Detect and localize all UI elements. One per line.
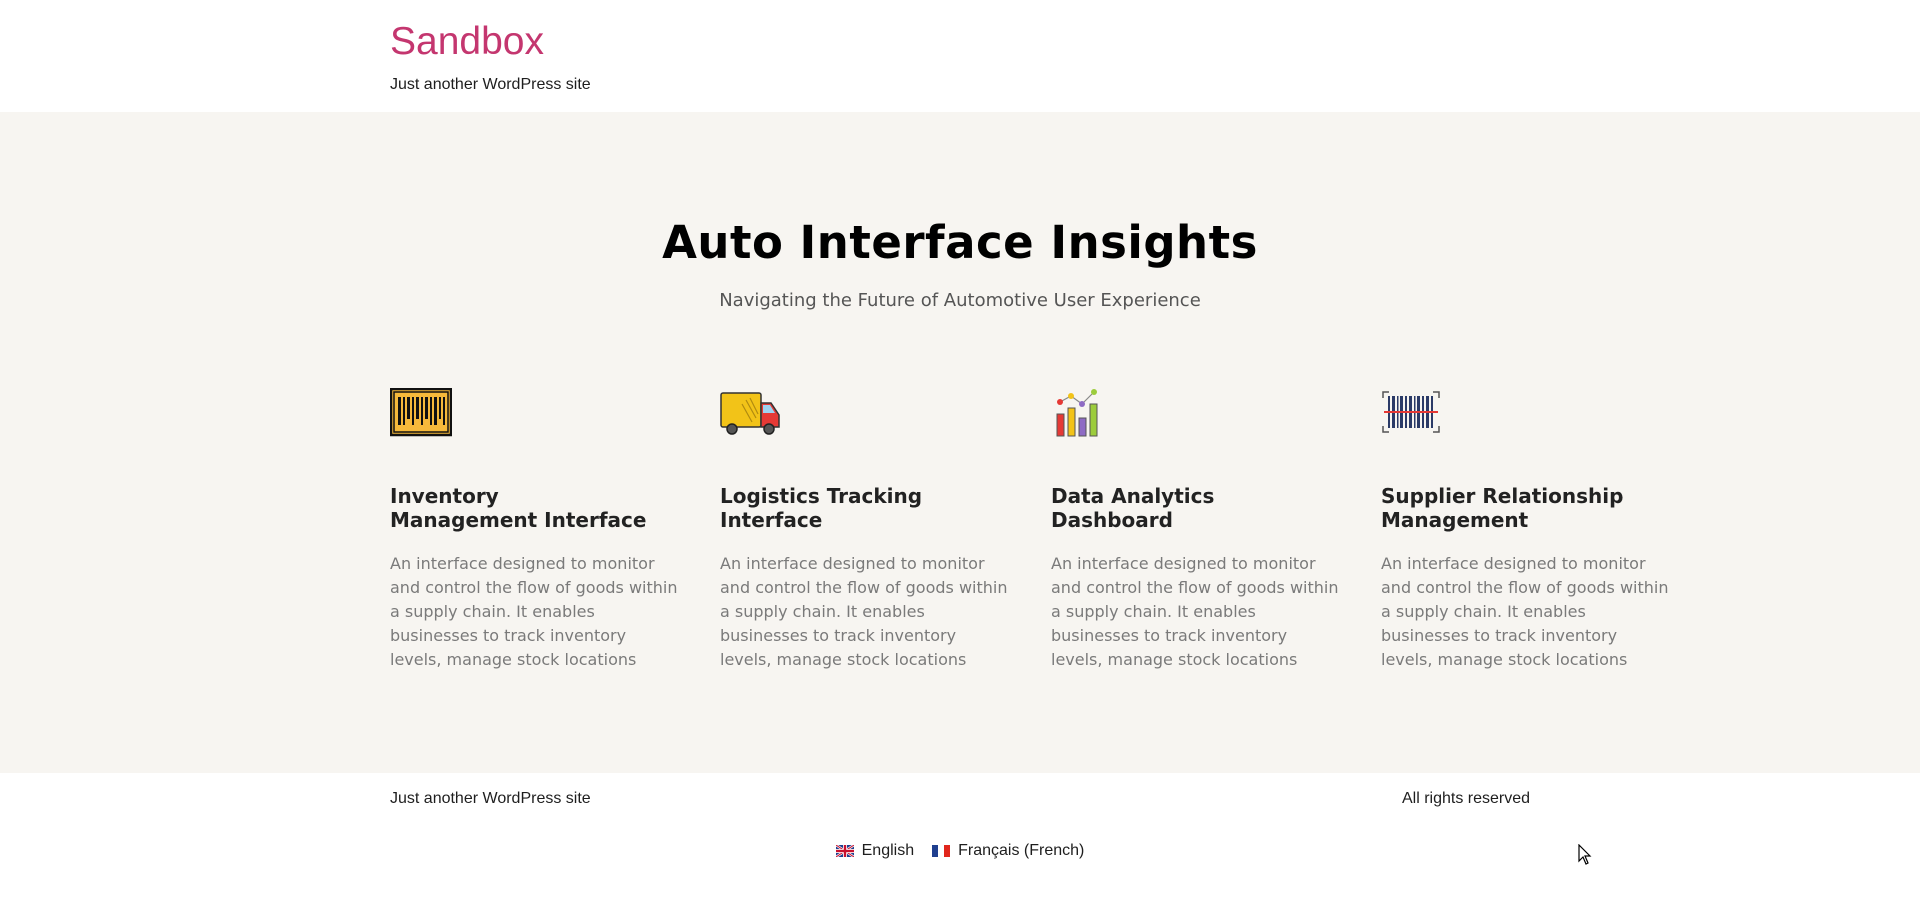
barcode-box-icon — [390, 388, 452, 437]
site-title-link[interactable]: Sandbox — [390, 18, 544, 66]
feature-card-inventory: Inventory Management Interface An interf… — [390, 388, 680, 672]
hero-title: Auto Interface Insights — [662, 216, 1258, 269]
card-title: Logistics Tracking Interface — [720, 484, 923, 532]
card-description: An interface designed to monitor and con… — [720, 554, 1008, 669]
feature-card-analytics: Data Analytics Dashboard An interface de… — [1051, 388, 1341, 672]
site-tagline: Just another WordPress site — [390, 76, 591, 93]
uk-flag-icon — [835, 845, 854, 857]
card-description: An interface designed to monitor and con… — [1051, 554, 1339, 669]
feature-card-logistics: Logistics Tracking Interface An interfac… — [720, 388, 1010, 672]
language-switcher: English Français (French) — [0, 842, 1920, 860]
hero-section: Auto Interface Insights Navigating the F… — [0, 112, 1920, 773]
delivery-truck-icon — [720, 392, 780, 435]
france-flag-icon — [932, 845, 951, 857]
language-label: Français (French) — [958, 842, 1085, 859]
footer-rights: All rights reserved — [1402, 790, 1531, 807]
feature-card-supplier: Supplier Relationship Management An inte… — [1381, 388, 1671, 672]
card-title: Data Analytics Dashboard — [1051, 484, 1215, 532]
hero-subtitle: Navigating the Future of Automotive User… — [719, 290, 1201, 311]
language-link-french[interactable]: Français (French) — [932, 842, 1084, 860]
card-title: Inventory Management Interface — [390, 484, 647, 532]
bar-chart-icon — [1056, 389, 1098, 437]
mouse-cursor-icon — [1578, 844, 1592, 865]
card-title: Supplier Relationship Management — [1381, 484, 1624, 532]
language-link-english[interactable]: English — [835, 842, 915, 860]
barcode-scan-icon — [1382, 391, 1440, 433]
language-label: English — [861, 842, 915, 859]
card-description: An interface designed to monitor and con… — [390, 554, 678, 669]
footer-tagline: Just another WordPress site — [390, 790, 591, 807]
card-description: An interface designed to monitor and con… — [1381, 554, 1669, 669]
site-header: Sandbox Just another WordPress site — [0, 0, 1920, 112]
